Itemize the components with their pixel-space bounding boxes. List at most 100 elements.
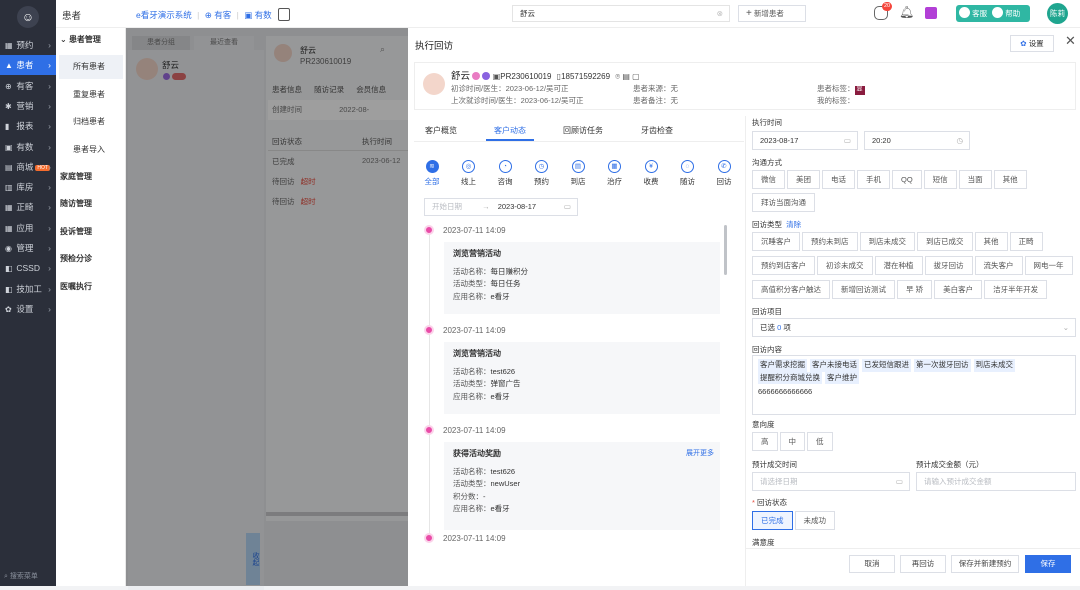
nav-item-5[interactable]: ▣ 有数 › [0, 137, 56, 157]
save-button[interactable]: 保存 [1025, 555, 1071, 573]
nav-item-10[interactable]: ◉ 管理 › [0, 238, 56, 258]
exec-date-input[interactable]: 2023-08-17 ▭ [752, 131, 858, 150]
content-quick-tag[interactable]: 客户未接电话 [810, 359, 859, 372]
option-types1-2[interactable]: 到店未成交 [859, 232, 915, 251]
nav-item-12[interactable]: ◧ 技加工 › [0, 279, 56, 299]
subnav-sub-3[interactable]: 归档患者 [56, 110, 126, 134]
timeline-card[interactable]: 浏览营销活动 活动名称：test626 活动类型：弹窗广告 应用名称：e看牙 [444, 342, 720, 414]
location-icon[interactable]: ⌾ [615, 72, 620, 81]
filter-1[interactable]: ◎ 线上 [459, 160, 479, 187]
filter-4[interactable]: ▤ 到店 [568, 160, 588, 187]
settings-button[interactable]: ✿ 设置 [1010, 35, 1054, 52]
option-intents-0[interactable]: 高 [752, 432, 778, 451]
option-methods-7[interactable]: 其他 [993, 170, 1027, 189]
service-button[interactable]: 客服 [959, 7, 987, 18]
option-types2-5[interactable]: 网电一年 [1024, 256, 1073, 275]
content-quick-tag[interactable]: 客户需求挖掘 [758, 359, 807, 372]
nav-item-7[interactable]: ▥ 库房 › [0, 177, 56, 197]
tab-activity[interactable]: 客户动态 [494, 125, 526, 136]
option-statuses-0[interactable]: 已完成 [752, 511, 793, 530]
option-types3-3[interactable]: 美白客户 [934, 280, 983, 299]
filter-7[interactable]: ◌ 随访 [678, 160, 698, 187]
tab-overview[interactable]: 客户概览 [425, 125, 457, 136]
option-methods-3[interactable]: 手机 [857, 170, 890, 189]
filter-0[interactable]: ≋ 全部 [422, 160, 442, 187]
content-quick-tag[interactable]: 客户维护 [825, 371, 859, 384]
tab-followup-tasks[interactable]: 回顾访任务 [563, 125, 603, 136]
filter-2[interactable]: ◔ 咨询 [495, 160, 515, 187]
option-types3-4[interactable]: 洁牙半年开发 [984, 280, 1048, 299]
option-statuses-1[interactable]: 未成功 [794, 511, 835, 530]
option-types2-1[interactable]: 初诊未成交 [817, 256, 873, 275]
items-select[interactable]: 已选 0 项 ⌄ [752, 318, 1076, 337]
timeline-card[interactable]: 浏览营销活动 活动名称：每日赚积分 活动类型：每日任务 应用名称：e看牙 [444, 242, 720, 314]
option-types3-0[interactable]: 高值积分客户触达 [752, 280, 830, 299]
tab-dental-check[interactable]: 牙齿检查 [641, 125, 673, 136]
option-intents-1[interactable]: 中 [779, 432, 805, 451]
nav-item-0[interactable]: ▦ 预约 › [0, 35, 56, 55]
option-methods-0[interactable]: 微信 [752, 170, 785, 189]
close-icon[interactable]: ✕ [1065, 33, 1076, 49]
option-types3-2[interactable]: 早 矫 [897, 280, 933, 299]
brand-link[interactable]: e看牙演示系统 [136, 10, 192, 20]
nav-item-2[interactable]: ⊕ 有客 › [0, 76, 56, 96]
subnav-grp-9[interactable]: 医嘱执行 [56, 275, 126, 299]
option-intents-2[interactable]: 低 [807, 432, 833, 451]
option-types1-1[interactable]: 预约未到店 [802, 232, 858, 251]
nav-item-6[interactable]: ▤ 商城 HOT › [0, 157, 56, 177]
subnav-grp-0[interactable]: ⌄ 患者管理 [56, 28, 126, 52]
content-textarea[interactable]: 客户需求挖掘 客户未接电话 已发短信跟进 第一次拔牙回访 到店未成交提醒积分商城兑换 客户… [752, 355, 1076, 415]
cancel-button[interactable]: 取消 [849, 555, 895, 573]
subnav-grp-7[interactable]: 投诉管理 [56, 220, 126, 244]
filter-5[interactable]: ▦ 治疗 [605, 160, 625, 187]
filter-3[interactable]: ◷ 预约 [532, 160, 552, 187]
timeline-scrollbar[interactable] [724, 225, 727, 275]
option-methods-4[interactable]: QQ [892, 170, 922, 189]
content-quick-tag[interactable]: 到店未成交 [973, 359, 1015, 372]
link-youshu[interactable]: 有数 [255, 10, 272, 20]
option-methods-8[interactable]: 拜访当面沟通 [752, 193, 815, 212]
apps-icon[interactable] [925, 7, 937, 19]
wechat-icon[interactable]: ▢ [632, 72, 640, 81]
deal-time-input[interactable]: 请选择日期 ▭ [752, 472, 910, 491]
expand-more-link[interactable]: 展开更多 [686, 448, 714, 461]
refollow-button[interactable]: 再回访 [900, 555, 946, 573]
notepad-icon[interactable] [277, 8, 290, 21]
timeline-card[interactable]: 获得活动奖励 展开更多 活动名称：test626 活动类型：newUser 积分数：- 应… [444, 442, 720, 530]
option-types1-0[interactable]: 沉睡客户 [752, 232, 800, 251]
option-methods-5[interactable]: 短信 [923, 170, 957, 189]
bell-icon[interactable]: 🔔︎ [899, 5, 914, 19]
content-quick-tag[interactable]: 第一次拔牙回访 [914, 359, 971, 372]
nav-item-8[interactable]: ▦ 正畸 › [0, 197, 56, 217]
filter-8[interactable]: ✆ 回访 [714, 160, 734, 187]
help-button[interactable]: 帮助 [992, 7, 1020, 18]
option-methods-2[interactable]: 电话 [822, 170, 855, 189]
subnav-grp-8[interactable]: 预检分诊 [56, 247, 126, 271]
option-types1-4[interactable]: 其他 [974, 232, 1008, 251]
option-types1-5[interactable]: 正畸 [1009, 232, 1043, 251]
filter-6[interactable]: ¥ 收费 [641, 160, 661, 187]
nav-item-13[interactable]: ✿ 设置 › [0, 299, 56, 319]
deal-amount-input[interactable]: 请输入预计成交金额 [916, 472, 1076, 491]
subnav-grp-5[interactable]: 家庭管理 [56, 165, 126, 189]
patient-tag[interactable]: 显 [854, 86, 865, 95]
subnav-sub-1[interactable]: 所有患者 [59, 55, 123, 80]
nav-item-11[interactable]: ◧ CSSD › [0, 258, 56, 278]
option-types1-3[interactable]: 到店已成交 [917, 232, 973, 251]
nav-item-3[interactable]: ✱ 营销 › [0, 96, 56, 116]
option-types2-2[interactable]: 潜在种植 [874, 256, 923, 275]
option-methods-1[interactable]: 美团 [787, 170, 820, 189]
option-types2-0[interactable]: 预约到店客户 [752, 256, 815, 275]
option-types3-1[interactable]: 新增回访测试 [832, 280, 895, 299]
option-methods-6[interactable]: 当面 [958, 170, 992, 189]
nav-item-1[interactable]: ▲ 患者 › [0, 55, 56, 76]
save-and-book-button[interactable]: 保存并新建预约 [951, 555, 1019, 573]
search-menu[interactable]: ⌕ 搜索菜单 [4, 571, 38, 581]
clear-type-link[interactable]: 清除 [786, 220, 801, 229]
clear-icon[interactable]: ⊗ [717, 6, 723, 21]
subnav-sub-4[interactable]: 患者导入 [56, 138, 126, 162]
content-quick-tag[interactable]: 提醒积分商城兑换 [758, 371, 822, 384]
patient-search-input[interactable]: 舒云 ⊗ [512, 5, 730, 22]
link-youke[interactable]: 有客 [214, 10, 231, 20]
date-range-picker[interactable]: 开始日期 → 2023-08-17 ▭ [424, 198, 578, 216]
